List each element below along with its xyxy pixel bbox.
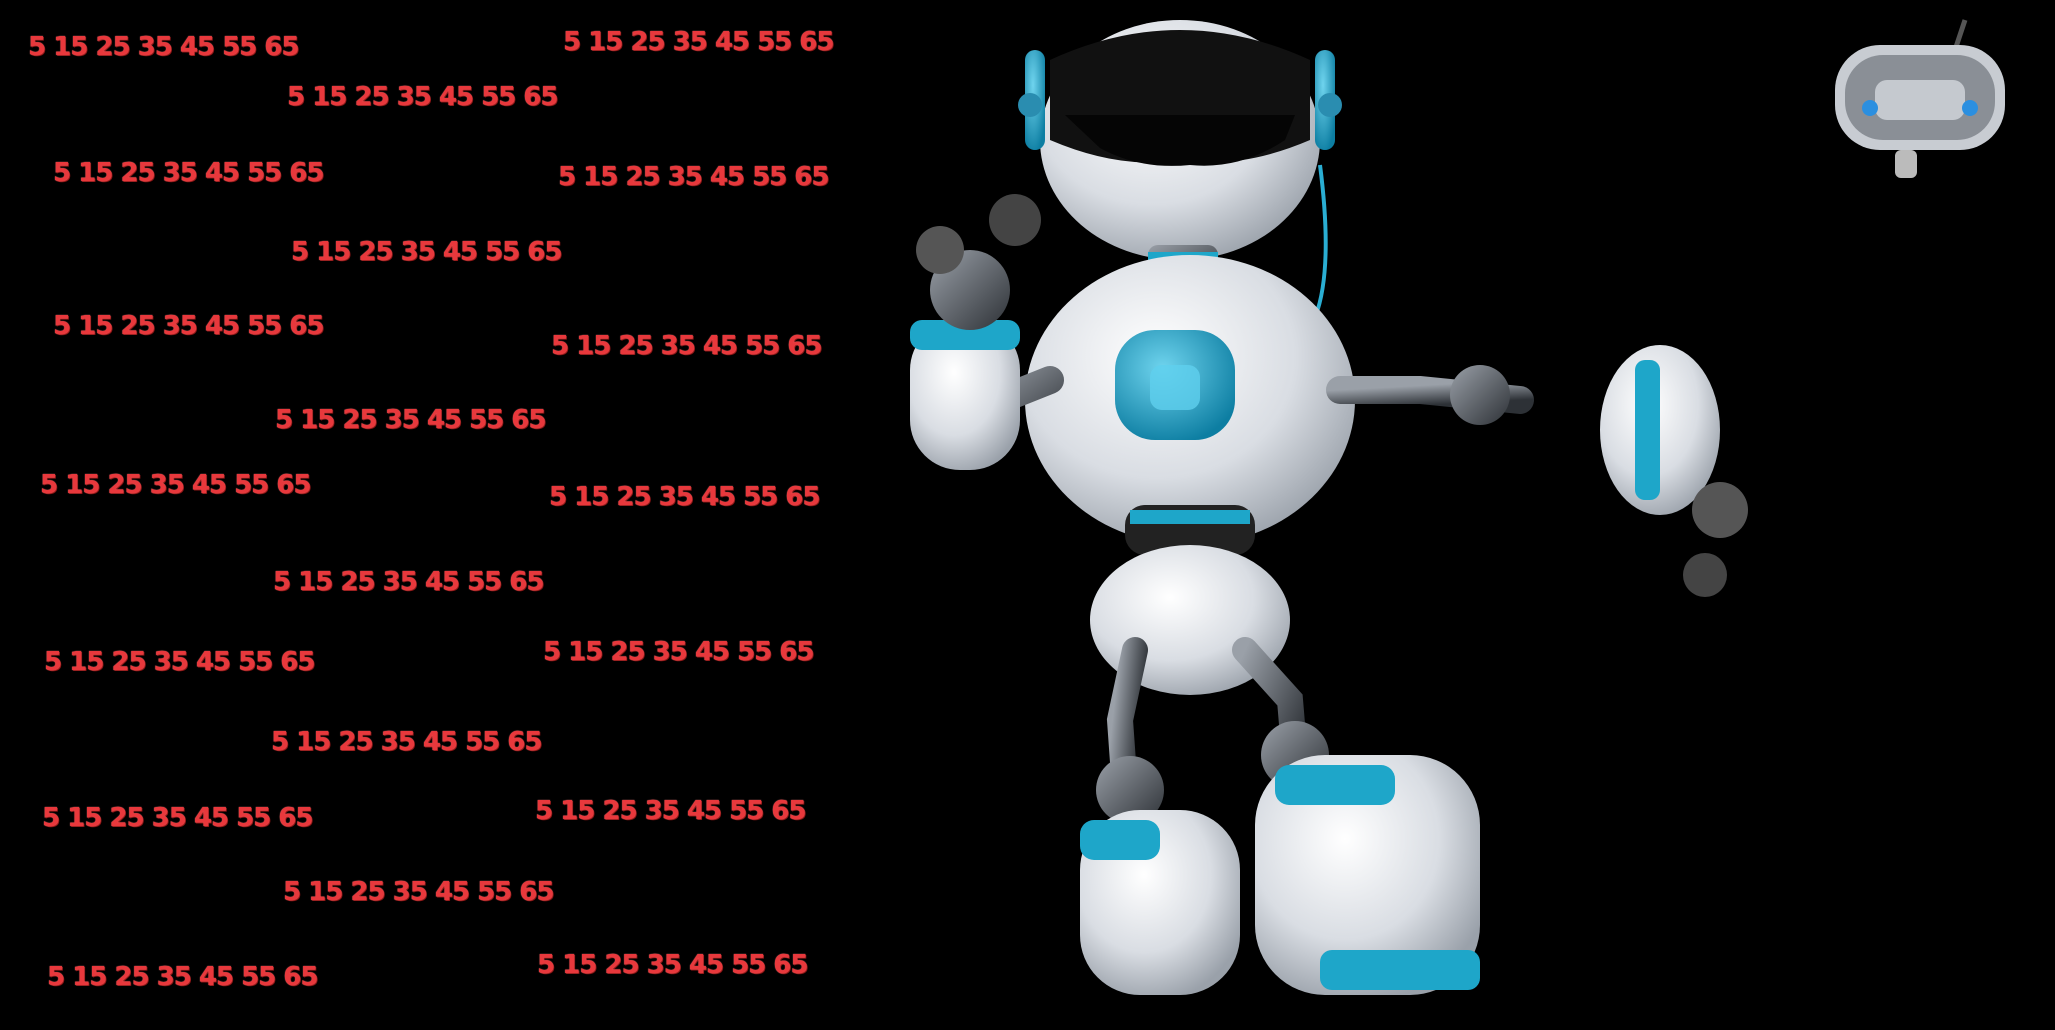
robot-torso: [1025, 255, 1355, 545]
number-line: 5 15 25 35 45 55 65: [543, 637, 814, 667]
robot-right-arm: [1326, 345, 1748, 597]
number-line: 5 15 25 35 45 55 65: [40, 470, 311, 500]
number-line: 5 15 25 35 45 55 65: [291, 237, 562, 267]
number-line: 5 15 25 35 45 55 65: [42, 803, 313, 833]
number-line: 5 15 25 35 45 55 65: [47, 962, 318, 992]
number-line: 5 15 25 35 45 55 65: [283, 877, 554, 907]
number-line: 5 15 25 35 45 55 65: [53, 311, 324, 341]
number-line: 5 15 25 35 45 55 65: [28, 32, 299, 62]
robot-illustration: [910, 20, 1748, 995]
robot-left-leg: [1080, 637, 1240, 995]
number-line: 5 15 25 35 45 55 65: [535, 796, 806, 826]
number-line: 5 15 25 35 45 55 65: [273, 567, 544, 597]
mini-robot-head: [1835, 19, 2005, 178]
robot-head: [1018, 20, 1342, 260]
number-line: 5 15 25 35 45 55 65: [558, 162, 829, 192]
number-line: 5 15 25 35 45 55 65: [287, 82, 558, 112]
number-line: 5 15 25 35 45 55 65: [275, 405, 546, 435]
number-line: 5 15 25 35 45 55 65: [537, 950, 808, 980]
number-line: 5 15 25 35 45 55 65: [549, 482, 820, 512]
number-line: 5 15 25 35 45 55 65: [271, 727, 542, 757]
number-line: 5 15 25 35 45 55 65: [563, 27, 834, 57]
number-line: 5 15 25 35 45 55 65: [551, 331, 822, 361]
robot-right-leg: [1232, 637, 1480, 995]
number-line: 5 15 25 35 45 55 65: [53, 158, 324, 188]
number-line: 5 15 25 35 45 55 65: [44, 647, 315, 677]
